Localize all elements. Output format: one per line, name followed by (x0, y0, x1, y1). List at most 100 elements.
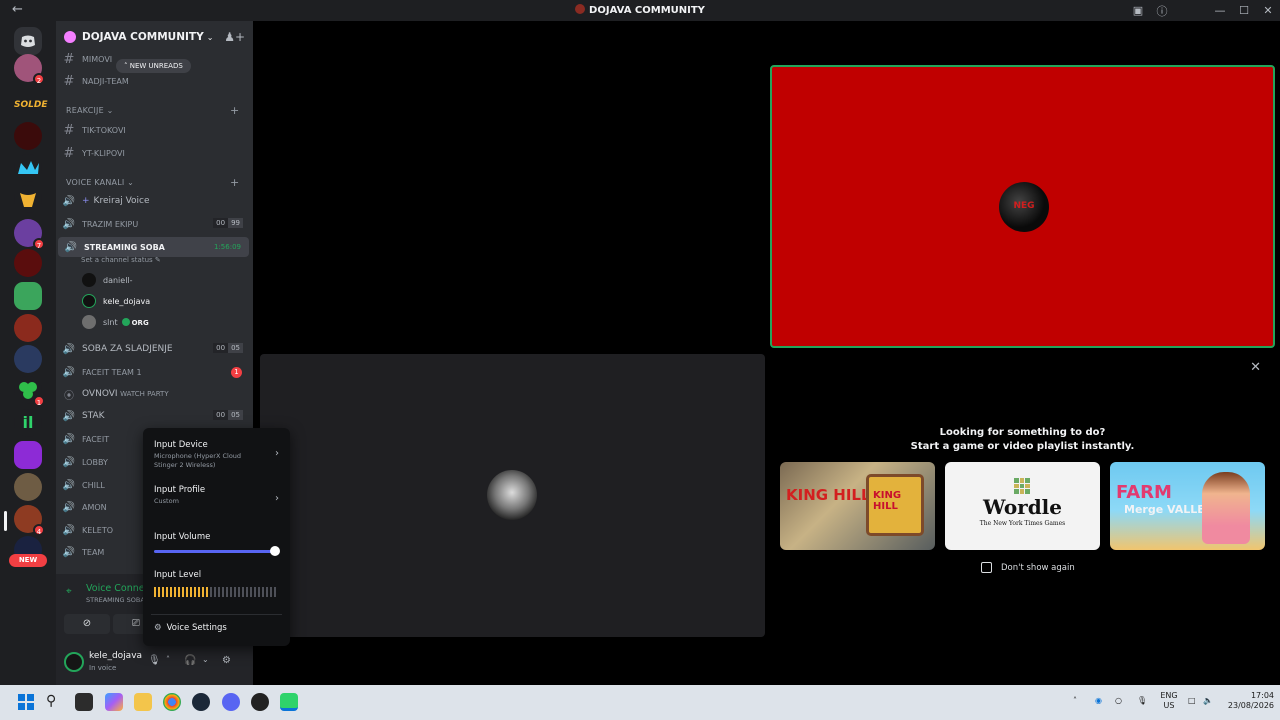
input-volume-slider[interactable] (154, 546, 280, 556)
speaker-icon: 🔊 (62, 366, 76, 378)
user-name: kele_dojava (89, 651, 143, 661)
channel-kreiraj-voice[interactable]: 🔊 + Kreiraj Voice (56, 191, 253, 211)
chevron-up-icon[interactable]: ˄ (166, 655, 170, 664)
input-device-item[interactable]: Input Device Microphone (HyperX Cloud St… (154, 440, 279, 470)
avatar (82, 294, 96, 308)
input-profile-item[interactable]: Input Profile Custom › (154, 485, 279, 506)
server-icon[interactable]: 7 (14, 219, 45, 250)
avatar[interactable] (64, 652, 84, 672)
speaker-icon: 🔊 (62, 501, 76, 513)
voice-settings-button[interactable]: ⚙ Voice Settings (154, 623, 227, 633)
wolf-avatar (487, 470, 537, 520)
crown-server-icon[interactable] (14, 154, 42, 182)
server-icon[interactable] (14, 345, 42, 373)
avatar (82, 315, 96, 329)
level-bar (186, 587, 188, 597)
user-limit-badge: 00 99 (213, 218, 243, 228)
user-tile[interactable] (260, 354, 765, 637)
channel-ovnovi[interactable]: ⦿ OVNOVI WATCH PARTY (56, 384, 253, 404)
inbox-icon[interactable]: ▣ (1126, 4, 1150, 17)
title-bar: ← DOJAVA COMMUNITY ▣ ⓘ — ☐ ✕ (0, 0, 1280, 21)
server-icon (575, 4, 586, 14)
windows-start-icon[interactable] (17, 693, 35, 711)
close-icon[interactable]: ✕ (1250, 360, 1261, 375)
channel-stak[interactable]: 🔊 STAK 00 05 (56, 406, 253, 426)
level-bar (218, 587, 220, 597)
microphone-tray-icon[interactable]: 🎙 (1137, 696, 1147, 706)
chevron-up-icon[interactable]: ˄ (1073, 696, 1077, 706)
microphone-icon[interactable]: 🎙 (148, 655, 161, 666)
bird-server-icon[interactable] (14, 185, 42, 213)
add-channel-icon[interactable]: + (230, 176, 239, 189)
slider-knob[interactable] (270, 546, 280, 556)
gear-icon[interactable]: ⚙ (222, 655, 231, 666)
server-icon[interactable] (14, 314, 42, 342)
channel-faceit-team-1[interactable]: 🔊 FACEIT TEAM 11 (56, 362, 253, 382)
tray-app-icon[interactable]: ◉ (1095, 696, 1102, 706)
minimize-icon[interactable]: — (1208, 4, 1232, 17)
volume-icon[interactable]: 🔈 (1203, 696, 1213, 706)
chevron-down-icon[interactable]: ⌄ (202, 655, 209, 664)
tray-app-icon[interactable]: ○ (1115, 696, 1122, 706)
help-icon[interactable]: ⓘ (1150, 3, 1174, 19)
discord-taskbar-icon[interactable] (222, 693, 240, 711)
channel-yt-klipovi[interactable]: # YT-KLIPOVI (56, 143, 253, 163)
channel-trazim-ekipu[interactable]: 🔊 TRAZIM EKIPU 00 99 (56, 214, 253, 234)
game-card-farm-merge-valley[interactable]: FARM Merge VALLEY (1110, 462, 1265, 550)
server-icon[interactable]: il (14, 409, 42, 437)
user-limit-badge: 00 05 (213, 410, 243, 420)
copilot-icon[interactable] (105, 693, 123, 711)
stream-tile[interactable]: NEG (770, 65, 1275, 348)
level-bar (194, 587, 196, 597)
server-icon[interactable]: 2 (14, 54, 45, 85)
channel-streaming-soba[interactable]: 🔊 STREAMING SOBA 1:56:09 (58, 237, 249, 257)
active-app-icon[interactable] (280, 693, 298, 711)
network-icon[interactable]: □ (1188, 696, 1196, 706)
camera-off-button[interactable]: ⊘ (64, 614, 110, 634)
level-bar (182, 587, 184, 597)
channel-nadji-team[interactable]: # NADJI-TEAM (56, 71, 253, 91)
checkbox[interactable] (981, 562, 992, 573)
game-card-wordle[interactable]: Wordle The New York Times Games (945, 462, 1100, 550)
server-icon[interactable]: SOLDE (14, 91, 48, 119)
input-level-meter (154, 587, 280, 597)
category-reakcije[interactable]: REAKCIJE ⌄ + (66, 104, 239, 117)
set-channel-status[interactable]: Set a channel status ✎ (81, 256, 161, 264)
character-art (1202, 472, 1250, 544)
task-view-icon[interactable] (75, 693, 93, 711)
add-channel-icon[interactable]: + (230, 104, 239, 117)
maximize-icon[interactable]: ☐ (1232, 4, 1256, 17)
new-button[interactable]: NEW (9, 554, 47, 567)
chrome-icon[interactable] (163, 693, 181, 711)
voice-user[interactable]: daniell- (82, 273, 133, 287)
server-icon[interactable] (14, 282, 42, 310)
file-explorer-icon[interactable] (134, 693, 152, 711)
channel-tik-tokovi[interactable]: # TIK-TOKOVI (56, 120, 253, 140)
headphones-icon[interactable]: 🎧 (184, 655, 196, 666)
server-icon[interactable] (14, 441, 42, 469)
category-voice-kanali[interactable]: VOICE KANALI ⌄ + (66, 176, 239, 189)
level-bar (254, 587, 256, 597)
search-icon[interactable]: ⚲ (46, 693, 64, 711)
server-icon[interactable] (14, 473, 42, 501)
game-card-king-hill[interactable]: KING HILL KING HILL (780, 462, 935, 550)
divider (151, 614, 282, 615)
voice-user[interactable]: kele_dojava (82, 294, 150, 308)
steam-icon[interactable] (192, 693, 210, 711)
discord-home-icon[interactable] (14, 27, 42, 55)
clock[interactable]: 17:04 23/08/2026 (1222, 691, 1274, 711)
clover-server-icon[interactable]: 1 (14, 376, 45, 407)
voice-user[interactable]: slnt ORG (82, 315, 149, 329)
dont-show-again[interactable]: Don't show again (981, 562, 1075, 573)
level-bar (258, 587, 260, 597)
channel-soba-za-sladjenje[interactable]: 🔊 SOBA ZA SLADJENJE 00 05 (56, 339, 253, 359)
stream-avatar: NEG (999, 182, 1049, 232)
server-icon[interactable] (14, 122, 42, 150)
server-icon[interactable] (14, 249, 42, 277)
server-icon[interactable]: 4 (14, 505, 45, 536)
close-window-icon[interactable]: ✕ (1256, 4, 1280, 17)
category-label: VOICE KANALI (66, 178, 125, 187)
app-icon[interactable] (251, 693, 269, 711)
language-indicator[interactable]: ENG US (1158, 691, 1180, 711)
invite-people-icon[interactable]: ♟+ (224, 30, 245, 44)
